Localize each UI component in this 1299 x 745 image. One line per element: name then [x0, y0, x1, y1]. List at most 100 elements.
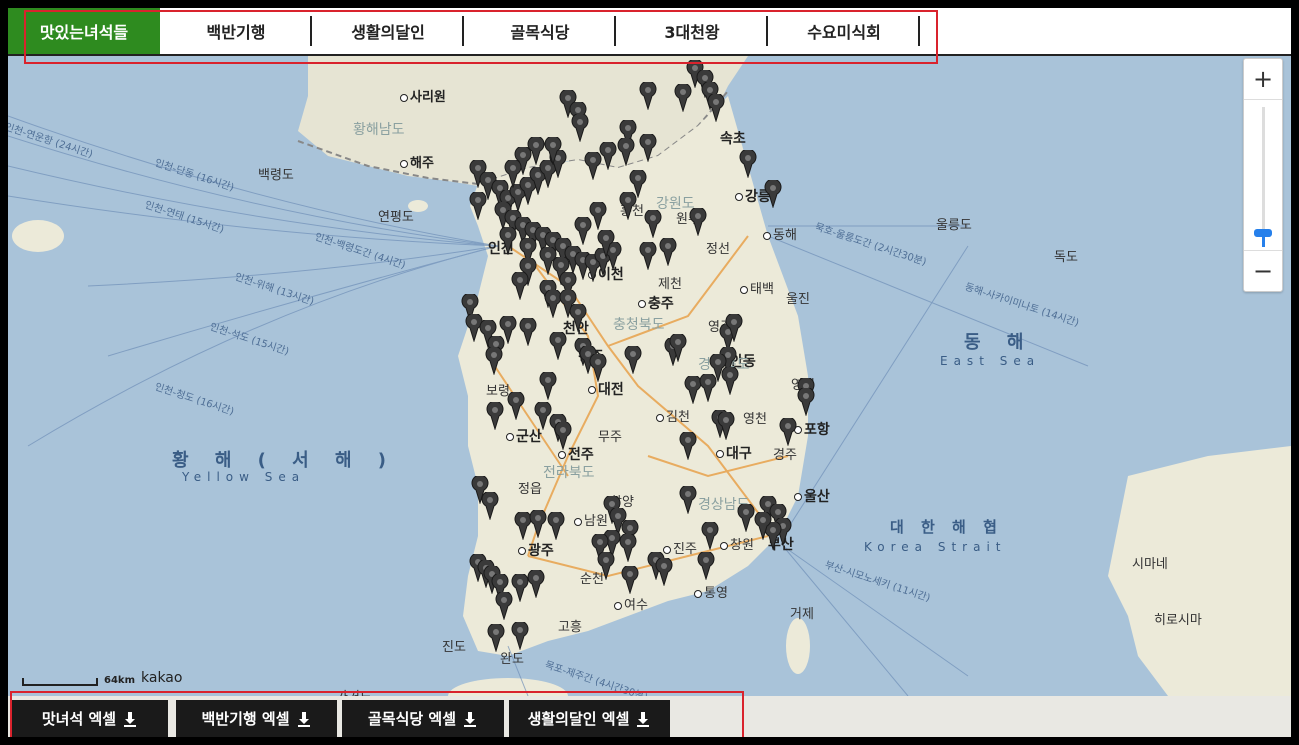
- restaurant-marker[interactable]: [669, 334, 687, 362]
- tab-golmok[interactable]: 골목식당: [464, 8, 616, 54]
- restaurant-marker[interactable]: [617, 138, 635, 166]
- restaurant-marker[interactable]: [701, 522, 719, 550]
- tab-label: 수요미식회: [807, 23, 881, 42]
- restaurant-marker[interactable]: [574, 217, 592, 245]
- restaurant-marker[interactable]: [739, 150, 757, 178]
- restaurant-marker[interactable]: [481, 492, 499, 520]
- region-label: 충청북도: [613, 317, 665, 333]
- restaurant-marker[interactable]: [779, 418, 797, 446]
- restaurant-marker[interactable]: [487, 624, 505, 652]
- restaurant-marker[interactable]: [721, 367, 739, 395]
- download-label: 생활의달인 엑셀: [527, 710, 630, 728]
- restaurant-marker[interactable]: [549, 332, 567, 360]
- restaurant-marker[interactable]: [639, 134, 657, 162]
- sea-label-east-en: East Sea: [940, 354, 1041, 368]
- tab-dalin[interactable]: 생활의달인: [312, 8, 464, 54]
- restaurant-marker[interactable]: [597, 230, 615, 258]
- city-label: 정선: [706, 242, 730, 257]
- tab-3daecheonwang[interactable]: 3대천왕: [616, 8, 768, 54]
- restaurant-marker[interactable]: [697, 552, 715, 580]
- city-label: 해주: [400, 152, 434, 171]
- restaurant-marker[interactable]: [639, 82, 657, 110]
- restaurant-marker[interactable]: [624, 346, 642, 374]
- restaurant-marker[interactable]: [589, 354, 607, 382]
- island-label: 백령도: [258, 168, 294, 183]
- restaurant-marker[interactable]: [619, 192, 637, 220]
- city-label: 동해: [763, 224, 797, 243]
- restaurant-marker[interactable]: [689, 208, 707, 236]
- restaurant-marker[interactable]: [504, 160, 522, 188]
- restaurant-marker[interactable]: [569, 304, 587, 332]
- city-label: 통영: [694, 582, 728, 601]
- restaurant-marker[interactable]: [797, 388, 815, 416]
- city-label: 여수: [614, 594, 648, 613]
- restaurant-marker[interactable]: [469, 192, 487, 220]
- restaurant-marker[interactable]: [707, 94, 725, 122]
- restaurant-marker[interactable]: [547, 512, 565, 540]
- tab-matnyeoseok[interactable]: 맛있는녀석들: [8, 8, 160, 54]
- download-baekban-button[interactable]: 백반기행 엑셀: [176, 700, 337, 737]
- sea-label-strait: 대 한 해 협: [890, 518, 1003, 536]
- restaurant-marker[interactable]: [495, 592, 513, 620]
- restaurant-marker[interactable]: [717, 412, 735, 440]
- restaurant-marker[interactable]: [655, 558, 673, 586]
- download-icon: [464, 711, 477, 727]
- restaurant-marker[interactable]: [486, 402, 504, 430]
- restaurant-marker[interactable]: [511, 622, 529, 650]
- city-label: 정읍: [518, 482, 542, 497]
- restaurant-marker[interactable]: [584, 152, 602, 180]
- restaurant-marker[interactable]: [737, 504, 755, 532]
- restaurant-marker[interactable]: [644, 210, 662, 238]
- download-dalin-button[interactable]: 생활의달인 엑셀: [509, 700, 670, 737]
- restaurant-marker[interactable]: [519, 318, 537, 346]
- zoom-in-button[interactable]: +: [1244, 59, 1282, 100]
- restaurant-marker[interactable]: [529, 510, 547, 538]
- city-label: 사리원: [400, 86, 446, 105]
- restaurant-marker[interactable]: [679, 432, 697, 460]
- restaurant-marker[interactable]: [499, 227, 517, 255]
- restaurant-marker[interactable]: [725, 314, 743, 342]
- restaurant-marker[interactable]: [507, 392, 525, 420]
- restaurant-marker[interactable]: [764, 180, 782, 208]
- island-label: 시마네: [1132, 557, 1168, 572]
- restaurant-marker[interactable]: [485, 347, 503, 375]
- kakao-logo: kakao: [141, 670, 183, 686]
- download-label: 백반기행 엑셀: [201, 710, 290, 728]
- restaurant-marker[interactable]: [621, 566, 639, 594]
- zoom-slider-track[interactable]: [1262, 107, 1265, 247]
- restaurant-marker[interactable]: [544, 137, 562, 165]
- restaurant-marker[interactable]: [674, 84, 692, 112]
- restaurant-marker[interactable]: [639, 242, 657, 270]
- city-label: 태백: [740, 278, 774, 297]
- island-label: 연평도: [378, 210, 414, 225]
- restaurant-marker[interactable]: [571, 114, 589, 142]
- restaurant-marker[interactable]: [597, 552, 615, 580]
- tab-label: 맛있는녀석들: [39, 23, 129, 42]
- tab-baekban[interactable]: 백반기행: [160, 8, 312, 54]
- restaurant-marker[interactable]: [539, 372, 557, 400]
- map-canvas[interactable]: 사리원 황해남도 해주 백령도 연평도 인천 이천 충주 천안 충청북도 대전 …: [8, 56, 1291, 705]
- tab-suyomisikhoe[interactable]: 수요미식회: [768, 8, 920, 54]
- zoom-out-button[interactable]: −: [1244, 250, 1282, 291]
- zoom-control: + −: [1243, 58, 1283, 292]
- city-label: 거제: [790, 607, 814, 622]
- restaurant-marker[interactable]: [679, 486, 697, 514]
- restaurant-marker[interactable]: [499, 316, 517, 344]
- city-label: 광주: [518, 540, 554, 560]
- city-label: 진주: [663, 538, 697, 557]
- restaurant-marker[interactable]: [511, 272, 529, 300]
- restaurant-marker[interactable]: [659, 238, 677, 266]
- restaurant-marker[interactable]: [754, 512, 772, 540]
- city-label: 포항: [794, 419, 830, 439]
- download-golmok-button[interactable]: 골목식당 엑셀: [342, 700, 504, 737]
- restaurant-marker[interactable]: [619, 534, 637, 562]
- restaurant-marker[interactable]: [527, 570, 545, 598]
- city-label: 김천: [656, 406, 690, 425]
- restaurant-marker[interactable]: [699, 374, 717, 402]
- zoom-slider-handle[interactable]: [1254, 229, 1272, 237]
- download-icon: [297, 711, 310, 727]
- city-label: 경주: [773, 448, 797, 463]
- restaurant-marker[interactable]: [554, 422, 572, 450]
- download-matnyeoseok-button[interactable]: 맛녀석 엑셀: [12, 700, 168, 737]
- city-label: 충주: [638, 293, 674, 313]
